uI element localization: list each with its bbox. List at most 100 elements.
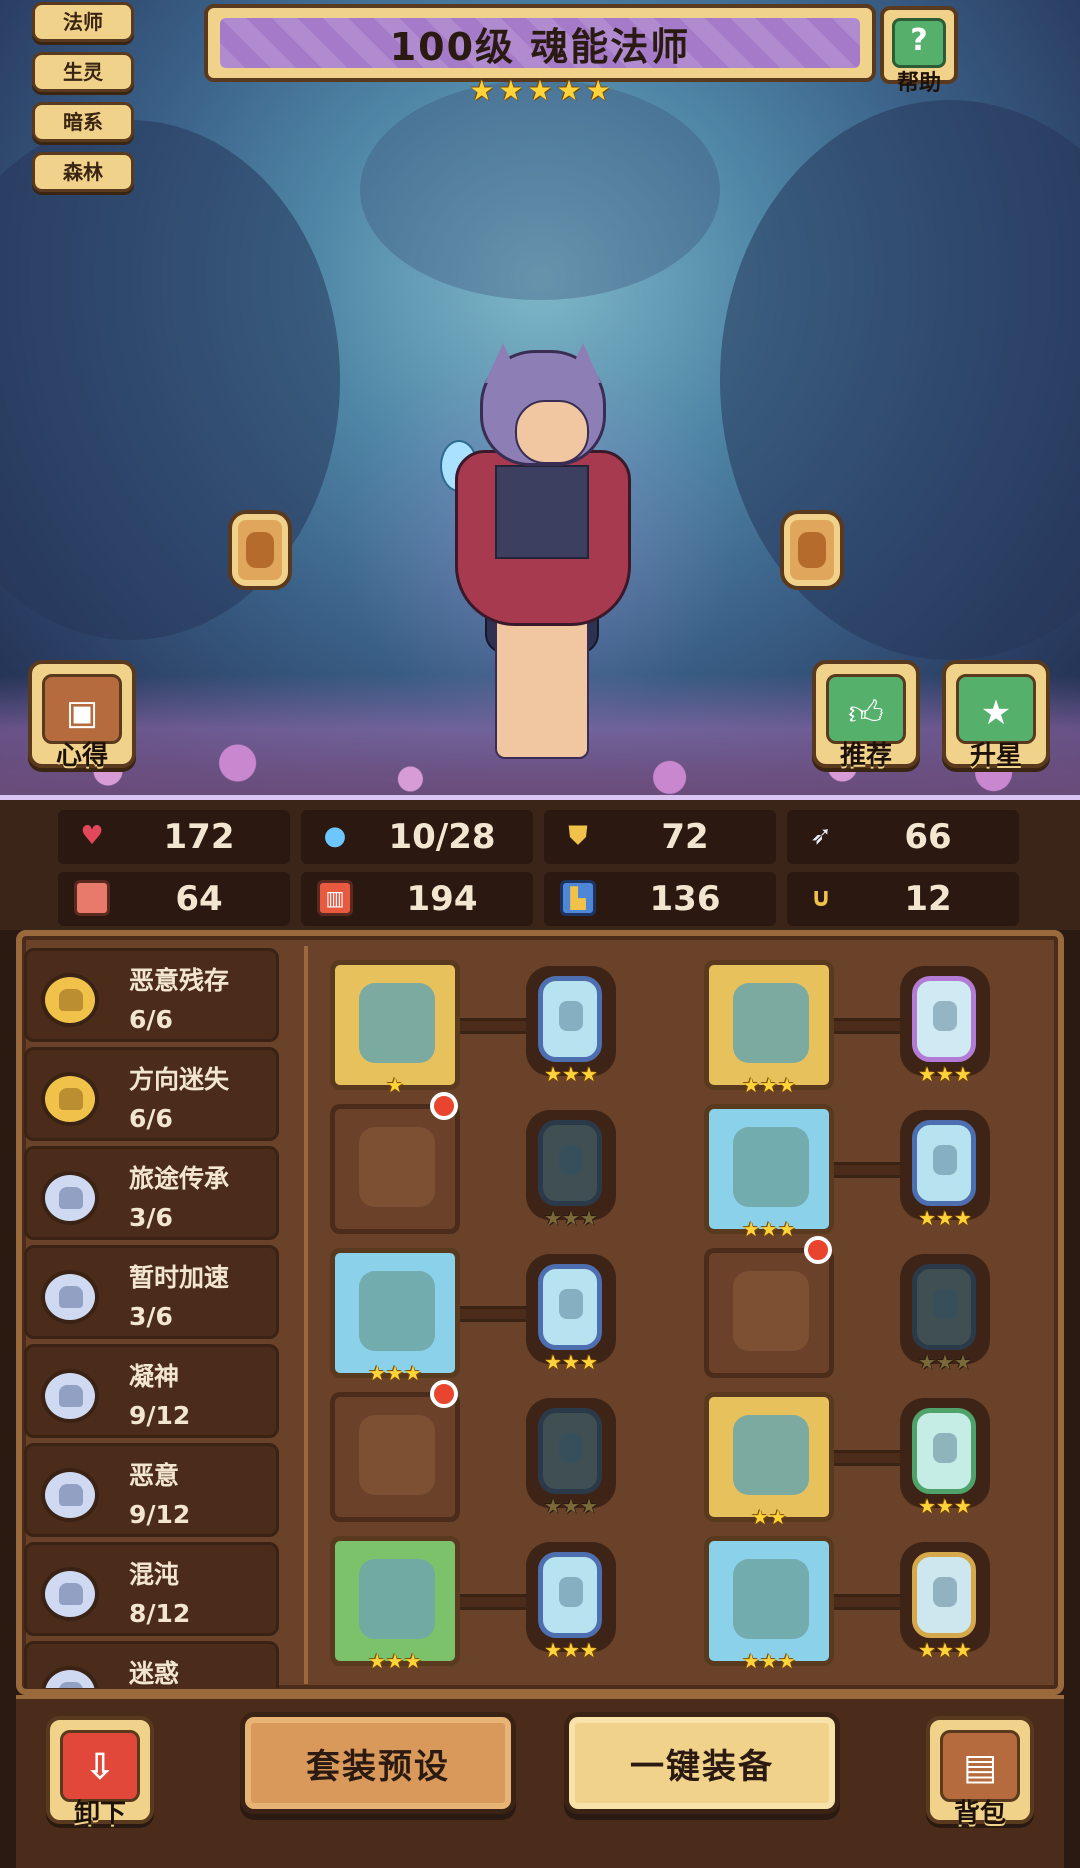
bag-button[interactable]: ▤ 背包 <box>926 1716 1034 1829</box>
equip-slot-amulet[interactable] <box>330 1392 460 1522</box>
star-icon: ★ <box>742 1217 761 1241</box>
star-icon: ★ <box>918 1350 937 1374</box>
unequip-button[interactable]: ⇩ 卸下 <box>46 1716 154 1829</box>
stat-defense: ⛊ 72 <box>544 810 776 864</box>
bell-icon <box>41 973 99 1027</box>
gem-socket-shield[interactable]: ★★★ <box>526 1110 616 1230</box>
star-icon: ★ <box>777 1073 796 1097</box>
set-item[interactable]: 方向迷失 6/6 <box>24 1047 279 1141</box>
auto-equip-button[interactable]: 一键装备 <box>564 1712 840 1814</box>
dress-icon <box>733 1127 809 1207</box>
help-button[interactable]: ? 帮助 <box>880 6 958 96</box>
stat-value: 172 <box>163 817 235 857</box>
set-name: 方向迷失 <box>129 1065 230 1094</box>
title-banner: 100级 魂能法师 <box>204 4 876 82</box>
eye-icon <box>41 1666 99 1688</box>
help-icon-frame: ? <box>892 18 946 68</box>
gem-socket-gloves[interactable]: ★★★ <box>900 1254 990 1374</box>
stat-value: 10/28 <box>388 817 496 857</box>
set-item[interactable]: 混沌 8/12 <box>24 1542 279 1636</box>
title-plate: 100级 魂能法师 <box>220 18 860 69</box>
star-up-button[interactable]: ★ 升星 <box>942 660 1050 771</box>
mask-icon <box>41 1468 99 1522</box>
slot-connector <box>458 1594 536 1610</box>
item-stars: ★★★ <box>709 1073 829 1097</box>
recommend-label: 推荐 <box>839 741 892 771</box>
gem-socket-weapon[interactable]: ★★★ <box>526 966 616 1086</box>
equip-slot-shield[interactable] <box>330 1104 460 1234</box>
set-count: 3/6 <box>129 1302 173 1331</box>
stat-evasion: ➶ 66 <box>787 810 1019 864</box>
set-item[interactable]: 旅途传承 3/6 <box>24 1146 279 1240</box>
equip-slot-helmet[interactable]: ★★★ <box>704 960 834 1097</box>
set-name: 凝神 <box>129 1362 180 1391</box>
equip-slot-gloves[interactable] <box>704 1248 834 1378</box>
helmet-icon <box>733 983 809 1063</box>
slot-connector <box>832 1594 910 1610</box>
rotate-right-icon[interactable] <box>780 510 844 590</box>
recommend-button[interactable]: 👍︎ 推荐 <box>812 660 920 771</box>
book-icon: ▣ <box>65 693 99 733</box>
gem-icon <box>538 1120 602 1206</box>
set-item[interactable]: 迷惑 <box>24 1641 279 1688</box>
game-screen: 法师 生灵 暗系 森林 100级 魂能法师 ★ ★ ★ ★ ★ ? 帮助 ▣ 心… <box>0 0 1080 1868</box>
set-count: 6/6 <box>129 1005 173 1034</box>
spellbook-icon: ▥ <box>317 880 353 916</box>
star-icon: ★ <box>769 1505 787 1529</box>
tag-element: 暗系 <box>32 102 134 142</box>
star-icon: ★ <box>498 74 524 107</box>
gem-icon <box>538 1408 602 1494</box>
star-icon: ★ <box>469 74 495 107</box>
star-icon: ★ <box>386 1361 404 1385</box>
set-item[interactable]: 恶意 9/12 <box>24 1443 279 1537</box>
star-icon: ★ <box>579 1494 598 1518</box>
star-icon: ★ <box>579 1062 598 1086</box>
rotate-left-icon[interactable] <box>228 510 292 590</box>
bell-icon <box>41 1072 99 1126</box>
gem-socket-armor[interactable]: ★★★ <box>900 1110 990 1230</box>
set-bonus-list[interactable]: 恶意残存 6/6 方向迷失 6/6 旅途传承 3/6 暂时加速 3/6 凝神 9… <box>24 948 284 1688</box>
unequip-label: 卸下 <box>73 1799 126 1829</box>
cat-ear-icon <box>565 343 601 383</box>
gem-socket-helmet[interactable]: ★★★ <box>900 966 990 1086</box>
gem-socket-amulet[interactable]: ★★★ <box>526 1398 616 1518</box>
gem-socket-belt[interactable]: ★★★ <box>900 1398 990 1518</box>
arrow-down-icon: ⇩ <box>84 1747 116 1788</box>
star-icon: ★ <box>742 1649 761 1673</box>
equip-slot-necklace[interactable]: ★★★ <box>330 1248 460 1385</box>
gem-stars: ★★★ <box>900 1494 990 1518</box>
star-icon: ★ <box>556 74 582 107</box>
gem-icon <box>538 1552 602 1638</box>
gem-socket-boots[interactable]: ★★★ <box>900 1542 990 1662</box>
equip-slot-belt[interactable]: ★★ <box>704 1392 834 1529</box>
shield-icon <box>359 1127 435 1207</box>
star-icon: ★ <box>403 1649 422 1673</box>
item-stars: ★★ <box>709 1505 829 1529</box>
slot-connector <box>458 1018 536 1034</box>
star-icon: ★ <box>562 1062 580 1086</box>
stat-value: 72 <box>661 817 709 857</box>
set-item[interactable]: 凝神 9/12 <box>24 1344 279 1438</box>
equip-slot-weapon[interactable]: ★ <box>330 960 460 1097</box>
equip-slot-armor[interactable]: ★★★ <box>704 1104 834 1241</box>
equip-slot-ring[interactable]: ★★★ <box>330 1536 460 1673</box>
unequip-icon-frame: ⇩ <box>60 1730 140 1802</box>
star-icon: ★ <box>403 1361 422 1385</box>
insight-button[interactable]: ▣ 心得 <box>28 660 136 771</box>
gem-socket-ring[interactable]: ★★★ <box>526 1542 616 1662</box>
bell-icon <box>41 1171 99 1225</box>
star-icon: ★ <box>386 1649 404 1673</box>
set-item[interactable]: 恶意残存 6/6 <box>24 948 279 1042</box>
stat-speed: ▙ 136 <box>544 872 776 926</box>
gem-socket-necklace[interactable]: ★★★ <box>526 1254 616 1374</box>
slot-connector <box>832 1162 910 1178</box>
staff-icon <box>359 983 435 1063</box>
set-name: 恶意残存 <box>129 966 230 995</box>
star-icon: ★ <box>953 1638 972 1662</box>
star-icon: ★ <box>980 693 1012 733</box>
equip-slot-boots[interactable]: ★★★ <box>704 1536 834 1673</box>
set-item[interactable]: 暂时加速 3/6 <box>24 1245 279 1339</box>
shield-icon: ⛊ <box>568 820 588 851</box>
set-preset-button[interactable]: 套装预设 <box>240 1712 516 1814</box>
star-icon: ★ <box>579 1350 598 1374</box>
